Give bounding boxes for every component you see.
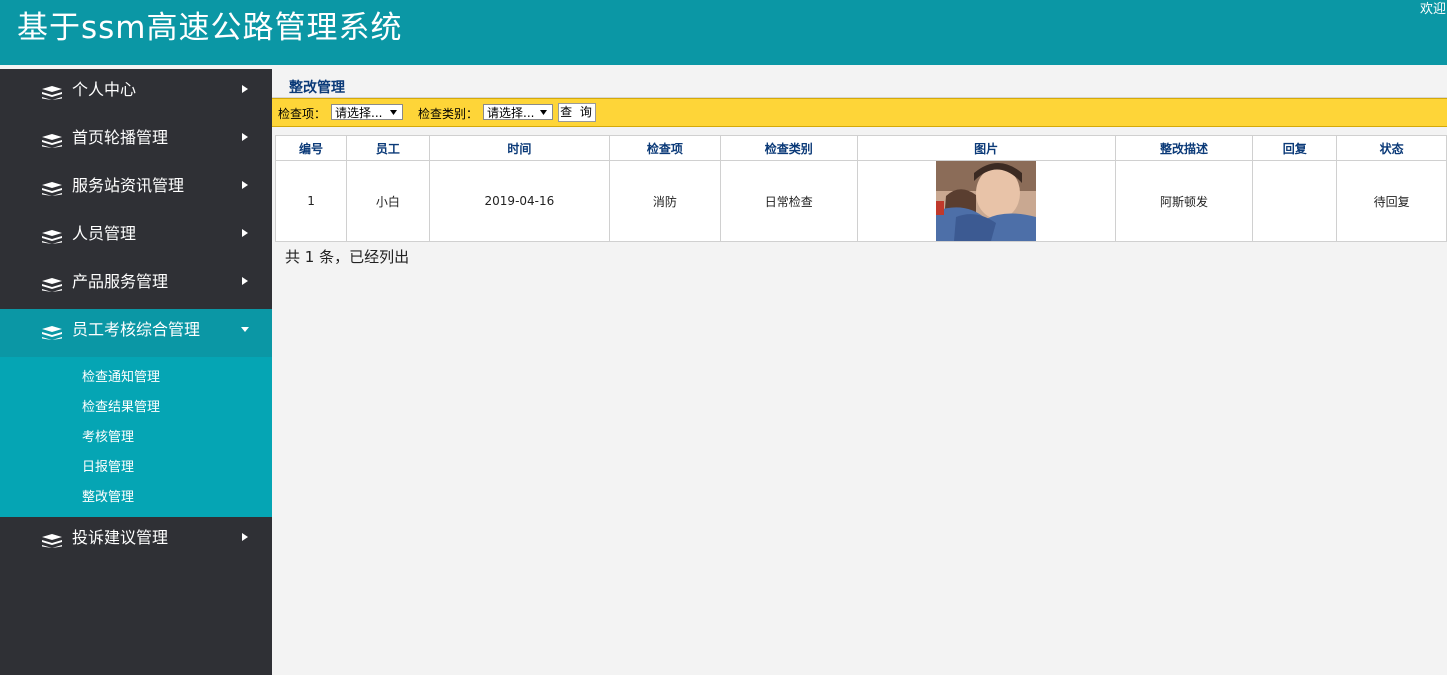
sidebar: 个人中心 首页轮播管理 服务站资讯管理 人员管理 产品服务管理 员工考核综合管理…: [0, 69, 272, 675]
cell-status: 待回复: [1336, 160, 1447, 242]
sidebar-item-label: 服务站资讯管理: [72, 176, 185, 195]
column-header[interactable]: 整改描述: [1114, 135, 1254, 161]
cell-check-item: 消防: [609, 160, 721, 242]
check-type-select-value: 请选择...: [487, 106, 535, 120]
sidebar-item-label: 人员管理: [72, 224, 137, 243]
cell-description: 阿斯顿发: [1114, 160, 1254, 242]
column-header[interactable]: 编号: [274, 135, 348, 161]
submenu-item-inspection-result[interactable]: 检查结果管理: [0, 393, 272, 423]
submenu-item-inspection-notice[interactable]: 检查通知管理: [0, 363, 272, 393]
rectification-table: 编号 员工 时间 检查项 检查类别 图片 整改描述 回复 状态 1 小白 201…: [274, 135, 1447, 242]
sidebar-item-label: 员工考核综合管理: [72, 320, 201, 339]
stack-icon: [42, 326, 62, 340]
sidebar-item-carousel[interactable]: 首页轮播管理: [0, 117, 272, 165]
submenu-item-assessment[interactable]: 考核管理: [0, 423, 272, 453]
check-type-label: 检查类别：: [418, 107, 479, 121]
column-header[interactable]: 时间: [428, 135, 611, 161]
cell-employee: 小白: [346, 160, 430, 242]
sidebar-item-complaints[interactable]: 投诉建议管理: [0, 517, 272, 565]
stack-icon: [42, 230, 62, 244]
column-header[interactable]: 回复: [1252, 135, 1338, 161]
sidebar-item-label: 产品服务管理: [72, 272, 169, 291]
caret-right-icon: [242, 133, 248, 141]
submenu-item-daily-report[interactable]: 日报管理: [0, 453, 272, 483]
check-type-select[interactable]: 请选择...: [483, 104, 553, 120]
column-header[interactable]: 检查项: [609, 135, 721, 161]
sidebar-item-label: 投诉建议管理: [72, 528, 169, 547]
check-item-select-value: 请选择...: [335, 106, 383, 120]
stack-icon: [42, 534, 62, 548]
welcome-text: 欢迎: [1420, 2, 1447, 17]
caret-down-icon: [241, 327, 249, 332]
submenu-employee-assessment: 检查通知管理 检查结果管理 考核管理 日报管理 整改管理: [0, 357, 272, 517]
sidebar-item-label: 个人中心: [72, 80, 137, 99]
stack-icon: [42, 134, 62, 148]
caret-right-icon: [242, 277, 248, 285]
cell-id: 1: [274, 160, 348, 242]
rectification-photo[interactable]: [936, 161, 1037, 241]
stack-icon: [42, 182, 62, 196]
dropdown-arrow-icon: [390, 110, 397, 115]
sidebar-item-employee-assessment[interactable]: 员工考核综合管理: [0, 309, 272, 357]
cell-date: 2019-04-16: [428, 160, 611, 242]
sidebar-item-personal-center[interactable]: 个人中心: [0, 69, 272, 117]
stack-icon: [42, 86, 62, 100]
caret-right-icon: [242, 533, 248, 541]
sidebar-item-personnel[interactable]: 人员管理: [0, 213, 272, 261]
table-header-row: 编号 员工 时间 检查项 检查类别 图片 整改描述 回复 状态: [274, 135, 1447, 161]
cell-image: [856, 160, 1116, 242]
caret-right-icon: [242, 229, 248, 237]
page-title: 整改管理: [289, 80, 345, 96]
dropdown-arrow-icon: [540, 110, 547, 115]
app-title: 基于ssm高速公路管理系统: [17, 10, 403, 46]
table-row[interactable]: 1 小白 2019-04-16 消防 日常检查 阿斯顿发 待回复: [274, 160, 1447, 242]
caret-right-icon: [242, 181, 248, 189]
check-item-select[interactable]: 请选择...: [331, 104, 403, 120]
sidebar-item-service-news[interactable]: 服务站资讯管理: [0, 165, 272, 213]
query-button[interactable]: 查 询: [558, 103, 596, 122]
column-header[interactable]: 状态: [1336, 135, 1447, 161]
caret-right-icon: [242, 85, 248, 93]
sidebar-item-product-service[interactable]: 产品服务管理: [0, 261, 272, 309]
submenu-item-rectification[interactable]: 整改管理: [0, 483, 272, 513]
column-header[interactable]: 员工: [346, 135, 430, 161]
sidebar-item-label: 首页轮播管理: [72, 128, 169, 147]
cell-reply: [1252, 160, 1338, 242]
cell-check-type: 日常检查: [719, 160, 858, 242]
column-header[interactable]: 图片: [856, 135, 1116, 161]
stack-icon: [42, 278, 62, 292]
record-count: 共 1 条，已经列出: [285, 248, 410, 266]
column-header[interactable]: 检查类别: [719, 135, 858, 161]
filter-bar: 检查项： 请选择... 检查类别： 请选择... 查 询: [272, 98, 1447, 127]
main-content: 整改管理 检查项： 请选择... 检查类别： 请选择... 查 询 编号 员工 …: [272, 69, 1447, 675]
check-item-label: 检查项：: [278, 107, 327, 121]
top-header: 基于ssm高速公路管理系统 欢迎: [0, 0, 1447, 65]
